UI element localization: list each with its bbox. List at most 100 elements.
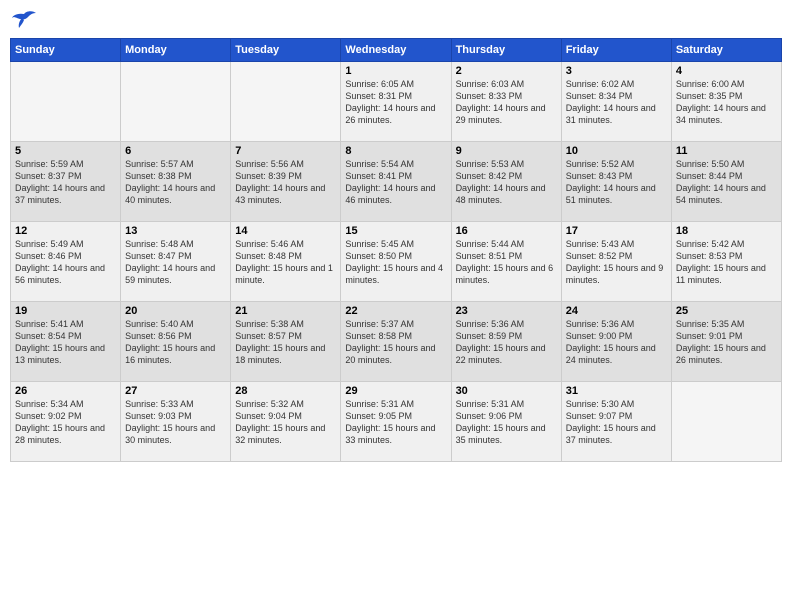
calendar-cell: 9Sunrise: 5:53 AM Sunset: 8:42 PM Daylig…: [451, 142, 561, 222]
calendar-week-row: 26Sunrise: 5:34 AM Sunset: 9:02 PM Dayli…: [11, 382, 782, 462]
day-info: Sunrise: 5:45 AM Sunset: 8:50 PM Dayligh…: [345, 238, 446, 287]
calendar-cell: 26Sunrise: 5:34 AM Sunset: 9:02 PM Dayli…: [11, 382, 121, 462]
day-number: 16: [456, 225, 557, 237]
calendar-cell: 18Sunrise: 5:42 AM Sunset: 8:53 PM Dayli…: [671, 222, 781, 302]
day-number: 17: [566, 225, 667, 237]
calendar-cell: 28Sunrise: 5:32 AM Sunset: 9:04 PM Dayli…: [231, 382, 341, 462]
day-number: 26: [15, 385, 116, 397]
calendar-cell: 8Sunrise: 5:54 AM Sunset: 8:41 PM Daylig…: [341, 142, 451, 222]
day-number: 14: [235, 225, 336, 237]
day-info: Sunrise: 5:30 AM Sunset: 9:07 PM Dayligh…: [566, 398, 667, 447]
day-info: Sunrise: 5:42 AM Sunset: 8:53 PM Dayligh…: [676, 238, 777, 287]
day-number: 12: [15, 225, 116, 237]
calendar-cell: 20Sunrise: 5:40 AM Sunset: 8:56 PM Dayli…: [121, 302, 231, 382]
day-number: 6: [125, 145, 226, 157]
calendar-cell: 2Sunrise: 6:03 AM Sunset: 8:33 PM Daylig…: [451, 62, 561, 142]
day-number: 24: [566, 305, 667, 317]
calendar-week-row: 19Sunrise: 5:41 AM Sunset: 8:54 PM Dayli…: [11, 302, 782, 382]
day-number: 31: [566, 385, 667, 397]
day-info: Sunrise: 5:34 AM Sunset: 9:02 PM Dayligh…: [15, 398, 116, 447]
calendar-table: SundayMondayTuesdayWednesdayThursdayFrid…: [10, 38, 782, 462]
weekday-header-friday: Friday: [561, 39, 671, 62]
day-info: Sunrise: 5:48 AM Sunset: 8:47 PM Dayligh…: [125, 238, 226, 287]
day-number: 11: [676, 145, 777, 157]
day-number: 25: [676, 305, 777, 317]
weekday-header-sunday: Sunday: [11, 39, 121, 62]
day-number: 5: [15, 145, 116, 157]
logo-bird-icon: [10, 10, 38, 32]
calendar-cell: [11, 62, 121, 142]
day-number: 15: [345, 225, 446, 237]
weekday-header-thursday: Thursday: [451, 39, 561, 62]
calendar-cell: 16Sunrise: 5:44 AM Sunset: 8:51 PM Dayli…: [451, 222, 561, 302]
calendar-cell: 12Sunrise: 5:49 AM Sunset: 8:46 PM Dayli…: [11, 222, 121, 302]
day-number: 19: [15, 305, 116, 317]
calendar-cell: 23Sunrise: 5:36 AM Sunset: 8:59 PM Dayli…: [451, 302, 561, 382]
calendar-cell: 11Sunrise: 5:50 AM Sunset: 8:44 PM Dayli…: [671, 142, 781, 222]
calendar-cell: 15Sunrise: 5:45 AM Sunset: 8:50 PM Dayli…: [341, 222, 451, 302]
calendar-cell: 19Sunrise: 5:41 AM Sunset: 8:54 PM Dayli…: [11, 302, 121, 382]
day-info: Sunrise: 6:02 AM Sunset: 8:34 PM Dayligh…: [566, 78, 667, 127]
day-number: 9: [456, 145, 557, 157]
calendar-cell: [121, 62, 231, 142]
day-number: 27: [125, 385, 226, 397]
day-info: Sunrise: 5:40 AM Sunset: 8:56 PM Dayligh…: [125, 318, 226, 367]
logo: [10, 10, 42, 32]
day-info: Sunrise: 6:03 AM Sunset: 8:33 PM Dayligh…: [456, 78, 557, 127]
day-info: Sunrise: 5:53 AM Sunset: 8:42 PM Dayligh…: [456, 158, 557, 207]
day-number: 23: [456, 305, 557, 317]
calendar-cell: 27Sunrise: 5:33 AM Sunset: 9:03 PM Dayli…: [121, 382, 231, 462]
calendar-cell: 5Sunrise: 5:59 AM Sunset: 8:37 PM Daylig…: [11, 142, 121, 222]
weekday-header-tuesday: Tuesday: [231, 39, 341, 62]
day-number: 21: [235, 305, 336, 317]
calendar-cell: 6Sunrise: 5:57 AM Sunset: 8:38 PM Daylig…: [121, 142, 231, 222]
calendar-cell: 22Sunrise: 5:37 AM Sunset: 8:58 PM Dayli…: [341, 302, 451, 382]
day-info: Sunrise: 5:46 AM Sunset: 8:48 PM Dayligh…: [235, 238, 336, 287]
weekday-header-wednesday: Wednesday: [341, 39, 451, 62]
calendar-cell: 30Sunrise: 5:31 AM Sunset: 9:06 PM Dayli…: [451, 382, 561, 462]
day-number: 13: [125, 225, 226, 237]
day-number: 8: [345, 145, 446, 157]
weekday-header-saturday: Saturday: [671, 39, 781, 62]
calendar-cell: [671, 382, 781, 462]
day-info: Sunrise: 5:44 AM Sunset: 8:51 PM Dayligh…: [456, 238, 557, 287]
weekday-header-monday: Monday: [121, 39, 231, 62]
day-info: Sunrise: 5:56 AM Sunset: 8:39 PM Dayligh…: [235, 158, 336, 207]
calendar-cell: 31Sunrise: 5:30 AM Sunset: 9:07 PM Dayli…: [561, 382, 671, 462]
day-info: Sunrise: 5:38 AM Sunset: 8:57 PM Dayligh…: [235, 318, 336, 367]
day-info: Sunrise: 5:31 AM Sunset: 9:05 PM Dayligh…: [345, 398, 446, 447]
header: [10, 10, 782, 32]
day-info: Sunrise: 5:33 AM Sunset: 9:03 PM Dayligh…: [125, 398, 226, 447]
calendar-cell: 1Sunrise: 6:05 AM Sunset: 8:31 PM Daylig…: [341, 62, 451, 142]
day-info: Sunrise: 5:32 AM Sunset: 9:04 PM Dayligh…: [235, 398, 336, 447]
calendar-cell: 29Sunrise: 5:31 AM Sunset: 9:05 PM Dayli…: [341, 382, 451, 462]
calendar-cell: 10Sunrise: 5:52 AM Sunset: 8:43 PM Dayli…: [561, 142, 671, 222]
calendar-cell: 14Sunrise: 5:46 AM Sunset: 8:48 PM Dayli…: [231, 222, 341, 302]
day-info: Sunrise: 5:37 AM Sunset: 8:58 PM Dayligh…: [345, 318, 446, 367]
calendar-cell: 3Sunrise: 6:02 AM Sunset: 8:34 PM Daylig…: [561, 62, 671, 142]
day-info: Sunrise: 6:00 AM Sunset: 8:35 PM Dayligh…: [676, 78, 777, 127]
day-number: 10: [566, 145, 667, 157]
day-info: Sunrise: 5:49 AM Sunset: 8:46 PM Dayligh…: [15, 238, 116, 287]
day-number: 30: [456, 385, 557, 397]
day-info: Sunrise: 5:57 AM Sunset: 8:38 PM Dayligh…: [125, 158, 226, 207]
day-number: 22: [345, 305, 446, 317]
calendar-week-row: 1Sunrise: 6:05 AM Sunset: 8:31 PM Daylig…: [11, 62, 782, 142]
calendar-week-row: 12Sunrise: 5:49 AM Sunset: 8:46 PM Dayli…: [11, 222, 782, 302]
day-info: Sunrise: 5:54 AM Sunset: 8:41 PM Dayligh…: [345, 158, 446, 207]
day-number: 3: [566, 65, 667, 77]
calendar-cell: 21Sunrise: 5:38 AM Sunset: 8:57 PM Dayli…: [231, 302, 341, 382]
calendar-cell: [231, 62, 341, 142]
calendar-cell: 25Sunrise: 5:35 AM Sunset: 9:01 PM Dayli…: [671, 302, 781, 382]
day-info: Sunrise: 5:41 AM Sunset: 8:54 PM Dayligh…: [15, 318, 116, 367]
calendar-cell: 13Sunrise: 5:48 AM Sunset: 8:47 PM Dayli…: [121, 222, 231, 302]
calendar-week-row: 5Sunrise: 5:59 AM Sunset: 8:37 PM Daylig…: [11, 142, 782, 222]
day-info: Sunrise: 5:36 AM Sunset: 9:00 PM Dayligh…: [566, 318, 667, 367]
day-number: 28: [235, 385, 336, 397]
day-number: 29: [345, 385, 446, 397]
calendar-cell: 7Sunrise: 5:56 AM Sunset: 8:39 PM Daylig…: [231, 142, 341, 222]
day-number: 7: [235, 145, 336, 157]
calendar-cell: 4Sunrise: 6:00 AM Sunset: 8:35 PM Daylig…: [671, 62, 781, 142]
day-info: Sunrise: 5:43 AM Sunset: 8:52 PM Dayligh…: [566, 238, 667, 287]
day-info: Sunrise: 6:05 AM Sunset: 8:31 PM Dayligh…: [345, 78, 446, 127]
